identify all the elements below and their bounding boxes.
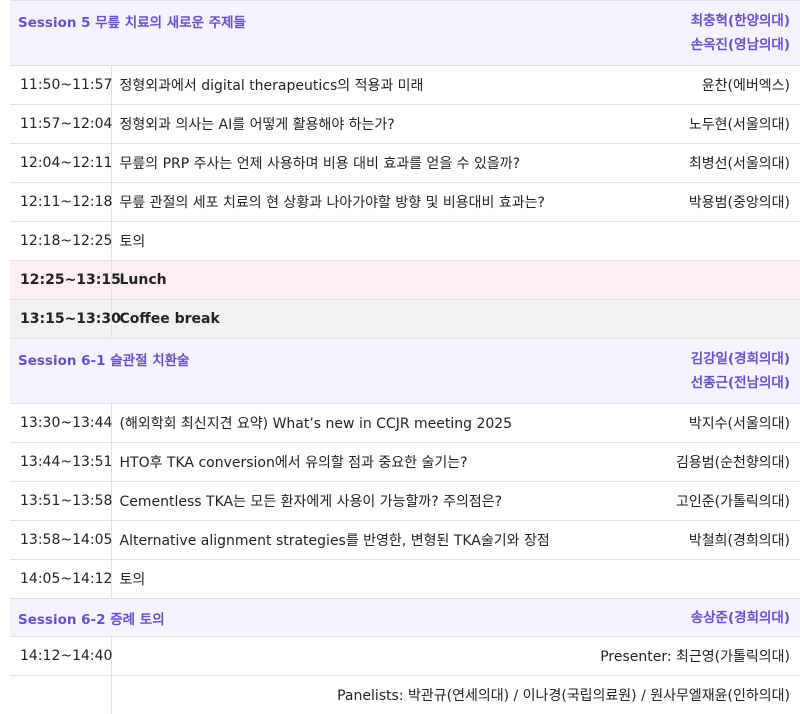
time-cell: 13:51~13:58: [10, 482, 111, 521]
time-cell: 12:18~12:25: [10, 222, 111, 261]
speaker-cell: 윤찬(에버엑스): [600, 66, 800, 105]
time-cell: 14:05~14:12: [10, 560, 111, 599]
table-row: 12:18~12:25 토의: [10, 222, 800, 261]
speaker-cell: 박용범(중앙의대): [600, 183, 800, 222]
coffee-break-label: Coffee break: [111, 300, 800, 339]
speaker-cell: 최병선(서울의대): [600, 144, 800, 183]
speaker-cell: [600, 222, 800, 261]
topic-cell: Cementless TKA는 모든 환자에게 사용이 가능할까? 주의점은?: [111, 482, 600, 521]
time-cell: 12:04~12:11: [10, 144, 111, 183]
speaker-cell: [600, 560, 800, 599]
table-row: 12:11~12:18 무릎 관절의 세포 치료의 현 상황과 나아가야할 방향…: [10, 183, 800, 222]
session-title: Session 6-1 슬관절 치환술: [10, 339, 600, 404]
time-cell: 13:58~14:05: [10, 521, 111, 560]
speaker-cell: 김용범(순천향의대): [600, 443, 800, 482]
topic-cell: 정형외과에서 digital therapeutics의 적용과 미래: [111, 66, 600, 105]
speaker-cell: 고인준(가톨릭의대): [600, 482, 800, 521]
time-cell: 14:12~14:40: [10, 637, 111, 676]
program-table: Session 5 무릎 치료의 새로운 주제들 최충혁(한양의대) 손옥진(영…: [10, 0, 800, 714]
session-chairs: 김강일(경희의대) 선종근(전남의대): [600, 339, 800, 404]
time-cell: 11:57~12:04: [10, 105, 111, 144]
table-row: 13:30~13:44 (해외학회 최신지견 요약) What’s new in…: [10, 404, 800, 443]
presenter-cell: Presenter: 최근영(가톨릭의대): [111, 637, 800, 676]
time-cell: 13:30~13:44: [10, 404, 111, 443]
speaker-cell: 박철희(경희의대): [600, 521, 800, 560]
chair-name: 손옥진(영남의대): [600, 33, 790, 57]
topic-cell: Alternative alignment strategies를 반영한, 변…: [111, 521, 600, 560]
table-row: 13:51~13:58 Cementless TKA는 모든 환자에게 사용이 …: [10, 482, 800, 521]
lunch-label: Lunch: [111, 261, 800, 300]
chair-name: 최충혁(한양의대): [600, 9, 790, 33]
table-row: 14:12~14:40 Presenter: 최근영(가톨릭의대): [10, 637, 800, 676]
time-cell: 11:50~11:57: [10, 66, 111, 105]
topic-cell: (해외학회 최신지견 요약) What’s new in CCJR meetin…: [111, 404, 600, 443]
session-header: Session 6-1 슬관절 치환술 김강일(경희의대) 선종근(전남의대): [10, 339, 800, 404]
table-row: 11:57~12:04 정형외과 의사는 AI를 어떻게 활용해야 하는가? 노…: [10, 105, 800, 144]
topic-cell: 정형외과 의사는 AI를 어떻게 활용해야 하는가?: [111, 105, 600, 144]
time-cell: 12:11~12:18: [10, 183, 111, 222]
panelists-cell: Panelists: 박관규(연세의대) / 이나경(국립의료원) / 원사무엘…: [111, 676, 800, 714]
table-row: 13:44~13:51 HTO후 TKA conversion에서 유의할 점과…: [10, 443, 800, 482]
time-cell: 13:15~13:30: [10, 300, 111, 339]
time-cell: [10, 676, 111, 714]
speaker-cell: 노두현(서울의대): [600, 105, 800, 144]
table-row: 12:04~12:11 무릎의 PRP 주사는 언제 사용하며 비용 대비 효과…: [10, 144, 800, 183]
topic-cell: HTO후 TKA conversion에서 유의할 점과 중요한 술기는?: [111, 443, 600, 482]
coffee-break-row: 13:15~13:30 Coffee break: [10, 300, 800, 339]
time-cell: 13:44~13:51: [10, 443, 111, 482]
table-row: Panelists: 박관규(연세의대) / 이나경(국립의료원) / 원사무엘…: [10, 676, 800, 714]
session-title: Session 5 무릎 치료의 새로운 주제들: [10, 1, 600, 66]
chair-name: 김강일(경희의대): [600, 347, 790, 371]
session-title: Session 6-2 증례 토의: [10, 599, 600, 637]
topic-cell: 토의: [111, 560, 600, 599]
time-cell: 12:25~13:15: [10, 261, 111, 300]
session-chairs: 최충혁(한양의대) 손옥진(영남의대): [600, 1, 800, 66]
session-header: Session 6-2 증례 토의 송상준(경희의대): [10, 599, 800, 637]
topic-cell: 무릎의 PRP 주사는 언제 사용하며 비용 대비 효과를 얻을 수 있을까?: [111, 144, 600, 183]
session-chair: 송상준(경희의대): [600, 599, 800, 637]
table-row: 13:58~14:05 Alternative alignment strate…: [10, 521, 800, 560]
lunch-row: 12:25~13:15 Lunch: [10, 261, 800, 300]
topic-cell: 무릎 관절의 세포 치료의 현 상황과 나아가야할 방향 및 비용대비 효과는?: [111, 183, 600, 222]
table-row: 11:50~11:57 정형외과에서 digital therapeutics의…: [10, 66, 800, 105]
speaker-cell: 박지수(서울의대): [600, 404, 800, 443]
session-header: Session 5 무릎 치료의 새로운 주제들 최충혁(한양의대) 손옥진(영…: [10, 1, 800, 66]
topic-cell: 토의: [111, 222, 600, 261]
table-row: 14:05~14:12 토의: [10, 560, 800, 599]
chair-name: 선종근(전남의대): [600, 371, 790, 395]
